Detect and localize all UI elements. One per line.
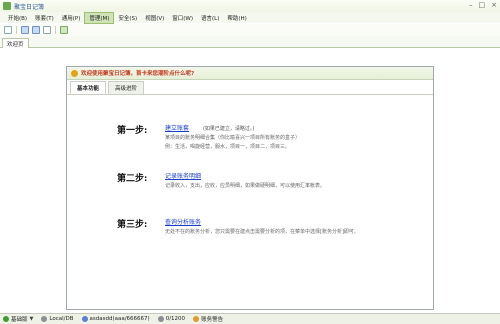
menu-bar: 开始(B) 账套(T) 通用(P) 管理(M) 安全(S) 视图(V) 窗口(W… <box>0 11 500 24</box>
status-bar: 基础版 ▼ Local/DB asdasdd(aaa/666667) 0/120… <box>0 313 500 324</box>
menu-item-window[interactable]: 窗口(W) <box>168 13 197 23</box>
count-label: 0/1200 <box>165 316 186 322</box>
open-icon[interactable] <box>21 26 29 34</box>
edition-icon <box>3 316 9 322</box>
edition-label: 基础版 <box>11 317 28 323</box>
step-description: 某项目的账务明细合集（你比喻喜兴一项目所有账务的盒子） <box>165 135 301 141</box>
step-description: 无处不在的账务分析，您只需要在建点击需要分析的项，在菜单中选择[账务分析]即可。 <box>165 229 359 235</box>
record-details-link[interactable]: 记录账务明细 <box>165 173 201 180</box>
database-label: Local/DB <box>49 316 74 322</box>
tab-advanced[interactable]: 高级进阶 <box>108 81 145 94</box>
step-body: 建立账套 (如果已建立，请略过。) 某项目的账务明细合集（你比喻喜兴一项目所有账… <box>165 123 415 150</box>
chevron-down-icon: ▼ <box>29 316 34 322</box>
welcome-icon <box>71 69 78 77</box>
tab-welcome[interactable]: 欢迎页 <box>2 38 29 48</box>
welcome-panel: 欢迎使用聚宝日记簿，首卡来您潮阶点什么呢? 基本功能 高级进阶 第一步: 建立账… <box>66 66 434 310</box>
document-icon <box>157 316 164 322</box>
menu-item-general[interactable]: 通用(P) <box>58 13 85 23</box>
menu-item-view[interactable]: 视图(V) <box>141 13 168 23</box>
new-icon[interactable] <box>4 26 12 34</box>
step-note: (如果已建立，请略过。) <box>202 126 255 132</box>
step-label: 第二步: <box>117 174 148 184</box>
edition-selector[interactable]: 基础版 ▼ <box>3 315 33 323</box>
step-body: 查询分析账务 无处不在的账务分析，您只需要在建点击需要分析的项，在菜单中选择[账… <box>165 217 415 235</box>
toolbar <box>0 24 500 36</box>
menu-item-language[interactable]: 语言(L) <box>197 13 223 23</box>
save-icon[interactable] <box>32 26 40 34</box>
menu-item-security[interactable]: 安全(S) <box>114 13 141 23</box>
step-body: 记录账务明细 记录收入，支出，应收，应员明细，如果做硬明细，可以使用汇率帐表。 <box>165 171 415 189</box>
welcome-text: 欢迎使用聚宝日记簿，首卡来您潮阶点什么呢? <box>81 71 195 77</box>
user-label: asdasdd(aaa/666667) <box>89 316 150 322</box>
feature-tabs: 基本功能 高级进阶 <box>67 81 433 95</box>
step-description: 例：生活，喝旋经营，服水，项目一，项目二，项目三。 <box>165 144 291 150</box>
analyze-accounts-link[interactable]: 查询分析账务 <box>165 219 201 226</box>
menu-item-account-set[interactable]: 账套(T) <box>31 13 58 23</box>
alert-label: 账务警告 <box>201 317 224 323</box>
user-icon <box>81 316 88 322</box>
toolbar-separator <box>16 26 17 34</box>
print-icon[interactable] <box>43 26 51 34</box>
document-tab-strip: 欢迎页 <box>0 36 500 48</box>
database-icon <box>41 316 48 322</box>
menu-item-manage[interactable]: 管理(M) <box>84 11 115 24</box>
warning-icon <box>193 316 200 322</box>
export-icon[interactable] <box>60 26 68 34</box>
step-label: 第三步: <box>117 220 148 230</box>
user-status: asdasdd(aaa/666667) <box>81 316 150 322</box>
database-status: Local/DB <box>41 316 74 322</box>
create-account-set-link[interactable]: 建立账套 <box>165 125 189 132</box>
menu-item-start[interactable]: 开始(B) <box>4 13 31 23</box>
window-title: 聚宝日记簿 <box>14 3 45 11</box>
welcome-header: 欢迎使用聚宝日记簿，首卡来您潮阶点什么呢? <box>67 67 433 80</box>
menu-item-help[interactable]: 帮助(H) <box>223 13 250 23</box>
toolbar-separator <box>55 26 56 34</box>
step-description: 记录收入，支出，应收，应员明细，如果做硬明细，可以使用汇率帐表。 <box>165 183 326 189</box>
app-icon <box>3 2 11 10</box>
step-label: 第一步: <box>117 126 148 136</box>
record-count: 0/1200 <box>157 316 186 322</box>
alert-status[interactable]: 账务警告 <box>193 315 223 323</box>
tab-basic-features[interactable]: 基本功能 <box>70 81 107 94</box>
